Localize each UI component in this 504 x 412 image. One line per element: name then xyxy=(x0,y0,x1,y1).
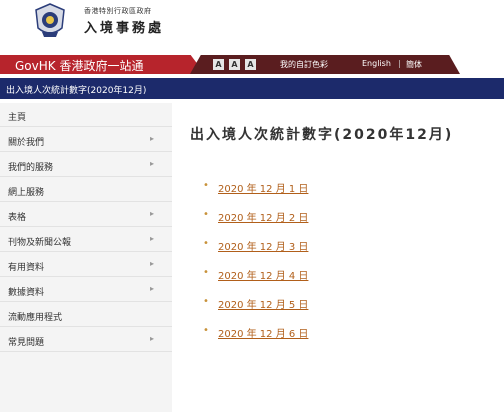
sidebar-item-label: 常見問題 xyxy=(8,338,45,348)
font-size-large-button[interactable]: A xyxy=(245,59,256,70)
breadcrumb: 出入境人次統計數字(2020年12月) xyxy=(0,78,504,99)
chevron-right-icon: ▸ xyxy=(150,134,155,143)
chevron-right-icon: ▸ xyxy=(150,334,155,343)
custom-colour-link[interactable]: 我的自訂色彩 xyxy=(280,59,328,70)
sidebar-item-label: 有用資料 xyxy=(8,263,45,273)
sidebar-item-forms[interactable]: 表格 ▸ xyxy=(0,203,172,227)
sidebar-item-label: 主頁 xyxy=(8,113,27,123)
date-link-dec-3[interactable]: 2020 年 12 月 3 日 xyxy=(218,238,308,253)
simplified-chinese-link[interactable]: 簡体 xyxy=(406,59,422,70)
chevron-right-icon: ▸ xyxy=(150,284,155,293)
sidebar-item-publications[interactable]: 刊物及新聞公報 ▸ xyxy=(0,228,172,252)
bullet-icon: • xyxy=(203,267,209,278)
sidebar-item-our-services[interactable]: 我們的服務 ▸ xyxy=(0,153,172,177)
govhk-bar: GovHK 香港政府一站通 A A A 我的自訂色彩 English | 簡体 xyxy=(0,55,504,74)
breadcrumb-text: 出入境人次統計數字(2020年12月) xyxy=(6,86,147,96)
sidebar-item-mobile-apps[interactable]: 流動應用程式 xyxy=(0,303,172,327)
date-link-dec-6[interactable]: 2020 年 12 月 6 日 xyxy=(218,325,308,340)
date-link-dec-1[interactable]: 2020 年 12 月 1 日 xyxy=(218,180,308,195)
sidebar-item-online-services[interactable]: 網上服務 xyxy=(0,178,172,202)
immigration-logo-icon[interactable] xyxy=(32,2,68,40)
sidebar-item-useful-info[interactable]: 有用資料 ▸ xyxy=(0,253,172,277)
page-title: 出入境人次統計數字(2020年12月) xyxy=(190,127,454,143)
chevron-right-icon: ▸ xyxy=(150,259,155,268)
bullet-icon: • xyxy=(203,296,209,307)
sidebar-item-home[interactable]: 主頁 xyxy=(0,103,172,127)
english-link[interactable]: English xyxy=(362,59,391,68)
bullet-icon: • xyxy=(203,209,209,220)
govhk-link[interactable]: GovHK 香港政府一站通 xyxy=(15,57,143,74)
sidebar-item-label: 我們的服務 xyxy=(8,163,54,173)
department-name[interactable]: 入境事務處 xyxy=(84,17,164,36)
sidebar-item-label: 網上服務 xyxy=(8,188,45,198)
date-link-dec-4[interactable]: 2020 年 12 月 4 日 xyxy=(218,267,308,282)
department-subtitle: 香港特別行政區政府 xyxy=(84,7,152,15)
chevron-right-icon: ▸ xyxy=(150,159,155,168)
language-separator: | xyxy=(398,59,401,68)
chevron-right-icon: ▸ xyxy=(150,234,155,243)
font-size-small-button[interactable]: A xyxy=(213,59,224,70)
sidebar-nav: 主頁 關於我們 ▸ 我們的服務 ▸ 網上服務 表格 ▸ 刊物及新聞公報 ▸ 有用… xyxy=(0,103,172,412)
date-link-dec-2[interactable]: 2020 年 12 月 2 日 xyxy=(218,209,308,224)
sidebar-item-label: 表格 xyxy=(8,213,27,223)
sidebar-item-label: 流動應用程式 xyxy=(8,313,63,323)
sidebar-item-faq[interactable]: 常見問題 ▸ xyxy=(0,328,172,352)
chevron-right-icon: ▸ xyxy=(150,209,155,218)
site-header: 香港特別行政區政府 入境事務處 xyxy=(0,0,504,48)
govhk-brand-area[interactable]: GovHK 香港政府一站通 xyxy=(0,55,205,74)
date-link-dec-5[interactable]: 2020 年 12 月 5 日 xyxy=(218,296,308,311)
sidebar-item-label: 關於我們 xyxy=(8,138,45,148)
sidebar-item-label: 刊物及新聞公報 xyxy=(8,238,72,248)
sidebar-item-statistics[interactable]: 數據資料 ▸ xyxy=(0,278,172,302)
sidebar-item-label: 數據資料 xyxy=(8,288,45,298)
bullet-icon: • xyxy=(203,325,209,336)
sidebar-item-about-us[interactable]: 關於我們 ▸ xyxy=(0,128,172,152)
bullet-icon: • xyxy=(203,238,209,249)
font-size-medium-button[interactable]: A xyxy=(229,59,240,70)
bullet-icon: • xyxy=(203,180,209,191)
